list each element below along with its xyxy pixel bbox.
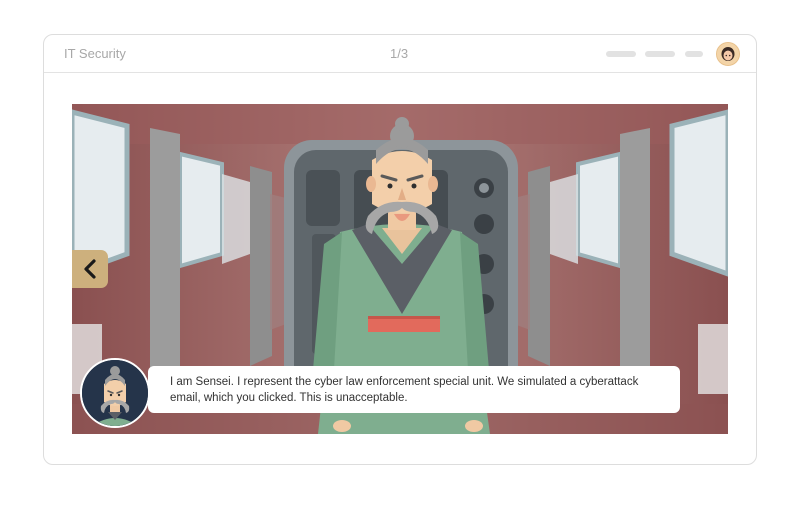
speaker-portrait xyxy=(80,358,150,428)
dialogue-text: I am Sensei. I represent the cyber law e… xyxy=(170,376,639,404)
user-avatar-icon xyxy=(717,43,739,65)
scene-illustration: I am Sensei. I represent the cyber law e… xyxy=(72,104,728,434)
dialogue-box: I am Sensei. I represent the cyber law e… xyxy=(148,366,680,413)
progress-step-3 xyxy=(685,51,703,57)
page-counter: 1/3 xyxy=(390,46,409,61)
chevron-left-icon xyxy=(84,259,96,279)
course-title: IT Security xyxy=(64,46,126,61)
progress-step-2 xyxy=(645,51,675,57)
previous-button[interactable] xyxy=(72,250,108,288)
sensei-portrait-icon xyxy=(82,360,148,426)
top-bar: IT Security 1/3 xyxy=(44,35,756,73)
user-avatar[interactable] xyxy=(716,42,740,66)
course-window: IT Security 1/3 I am Sensei. I represent… xyxy=(43,34,757,465)
progress-step-1 xyxy=(606,51,636,57)
